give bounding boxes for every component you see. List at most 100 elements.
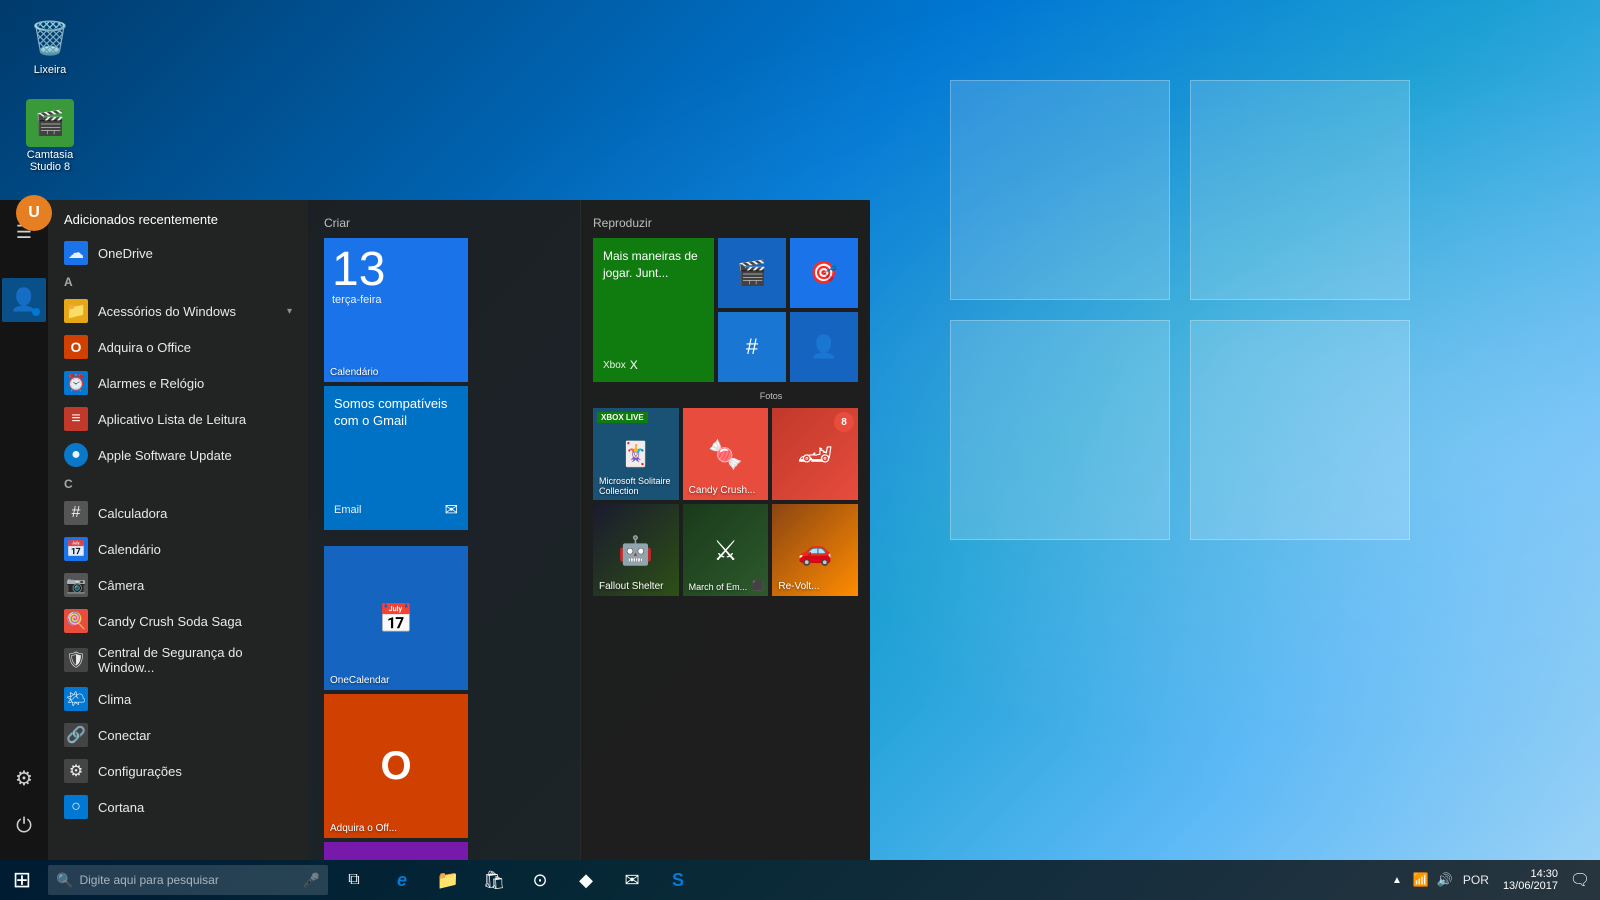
chrome-icon: ⊙ <box>532 870 547 891</box>
calculadora-label: Calculadora <box>98 506 167 521</box>
task-view-icon: ⧉ <box>348 871 359 889</box>
tile-xbox-big[interactable]: Mais maneiras de jogar. Junt... Xbox X <box>593 238 714 382</box>
sidebar-settings-button[interactable]: ⚙ <box>2 756 46 800</box>
section-a: A <box>48 271 308 293</box>
sidebar-power-button[interactable]: ⏻ <box>2 804 46 848</box>
start-menu: ☰ 👤 ⚙ ⏻ Adicionados recentemente ☁ <box>0 200 870 860</box>
explorer-taskbar-button[interactable]: 📁 <box>426 860 470 900</box>
xbox-labels-row: Fotos <box>593 386 858 404</box>
tile-video[interactable]: 🎬 <box>718 238 786 308</box>
xbox-footer: Xbox X <box>603 358 638 372</box>
app-item-calendario[interactable]: 📅 Calendário <box>48 531 308 567</box>
aplicativo-icon: ≡ <box>64 407 88 431</box>
app-item-aplicativo[interactable]: ≡ Aplicativo Lista de Leitura <box>48 401 308 437</box>
app-item-apple[interactable]: ● Apple Software Update <box>48 437 308 473</box>
fallout-icon: 🤖 <box>618 534 653 567</box>
power-icon: ⏻ <box>16 815 32 838</box>
user-avatar[interactable]: U <box>16 195 52 231</box>
tile-candy2[interactable]: 🍬 Candy Crush... <box>683 408 769 500</box>
revolt-icon: 🚗 <box>798 534 833 567</box>
tile-record[interactable]: 🎯 <box>790 238 858 308</box>
store-taskbar-button[interactable]: 🛍 <box>472 860 516 900</box>
app-item-calculadora[interactable]: # Calculadora <box>48 495 308 531</box>
alarmes-icon: ⏰ <box>64 371 88 395</box>
app-item-acessorios[interactable]: 📁 Acessórios do Windows ▾ <box>48 293 308 329</box>
store-icon: 🛍 <box>483 870 506 891</box>
acessorios-arrow: ▾ <box>287 306 292 317</box>
chevron-up-button[interactable]: ▲ <box>1387 870 1407 890</box>
email-taskbar-icon: ✉ <box>624 870 639 891</box>
onecal-icon: 📅 <box>379 602 414 635</box>
desktop-icon-lixeira[interactable]: 🗑️ Lixeira <box>10 10 90 80</box>
start-tiles-panel: Criar 13 terça-feira Calendário Somos co… <box>308 200 580 860</box>
desktop-icon-camtasia[interactable]: 🎬 Camtasia Studio 8 <box>10 95 90 177</box>
search-icon: 🔍 <box>56 872 73 889</box>
search-input[interactable] <box>79 873 299 887</box>
tile-calc[interactable]: # <box>718 312 786 382</box>
solitaire-label: Microsoft Solitaire Collection <box>599 476 679 496</box>
unity-taskbar-button[interactable]: ◆ <box>564 860 608 900</box>
tile-webcam[interactable]: 👤 <box>790 312 858 382</box>
taskbar-clock[interactable]: 14:30 13/06/2017 <box>1497 868 1564 892</box>
app-item-central[interactable]: 🛡 Central de Segurança do Window... <box>48 639 308 681</box>
taskbar: ⊞ 🔍 🎤 ⧉ e 📁 🛍 ⊙ ◆ <box>0 860 1600 900</box>
reproduzir-section-title: Reproduzir <box>593 216 858 230</box>
skype-taskbar-button[interactable]: S <box>656 860 700 900</box>
app-item-clima[interactable]: 🌤 Clima <box>48 681 308 717</box>
email-taskbar-button[interactable]: ✉ <box>610 860 654 900</box>
language-label: POR <box>1463 873 1489 887</box>
candy2-icon: 🍬 <box>708 438 743 471</box>
webcam-icon: 👤 <box>810 334 837 360</box>
onecal-label: OneCalendar <box>330 675 389 686</box>
configuracoes-label: Configurações <box>98 764 182 779</box>
mic-icon: 🎤 <box>303 872 320 889</box>
task-view-button[interactable]: ⧉ <box>332 860 376 900</box>
clima-icon: 🌤 <box>64 687 88 711</box>
tile-racing[interactable]: 🏎 8 <box>772 408 858 500</box>
app-list: ☁ OneDrive A 📁 Acessórios do Windows ▾ O… <box>48 235 308 860</box>
sidebar-user-button[interactable]: 👤 <box>2 278 46 322</box>
small-tiles-row: 📅 OneCalendar O Adquira o Off... N OneNo… <box>324 546 564 860</box>
tile-onenote[interactable]: N OneNote <box>324 842 468 860</box>
racing-icon: 🏎 <box>797 438 833 471</box>
lixeira-icon: 🗑️ <box>26 14 74 62</box>
taskbar-search[interactable]: 🔍 🎤 <box>48 865 328 895</box>
clock-time: 14:30 <box>1530 868 1558 880</box>
clima-label: Clima <box>98 692 131 707</box>
windows-logo-desktop <box>950 80 1450 580</box>
xbox-text: Mais maneiras de jogar. Junt... <box>603 248 704 282</box>
taskbar-systray: ▲ 📶 🔊 POR 14:30 13/06/2017 🗨 <box>1387 860 1600 900</box>
app-item-office[interactable]: O Adquira o Office <box>48 329 308 365</box>
app-item-cortana[interactable]: ○ Cortana <box>48 789 308 825</box>
conectar-label: Conectar <box>98 728 151 743</box>
tile-revolt[interactable]: 🚗 Re-Volt... <box>772 504 858 596</box>
tile-fallout[interactable]: 🤖 Fallout Shelter <box>593 504 679 596</box>
edge-taskbar-button[interactable]: e <box>380 860 424 900</box>
tile-march[interactable]: ⚔ March of Em... ⬛ <box>683 504 769 596</box>
march-icon: ⚔ <box>713 534 738 567</box>
notification-button[interactable]: 🗨 <box>1568 860 1592 900</box>
app-item-conectar[interactable]: 🔗 Conectar <box>48 717 308 753</box>
app-item-onedrive[interactable]: ☁ OneDrive <box>48 235 308 271</box>
tile-calendario[interactable]: 13 terça-feira Calendário <box>324 238 468 382</box>
tile-solitaire[interactable]: XBOX LIVE 🃏 Microsoft Solitaire Collecti… <box>593 408 679 500</box>
chrome-taskbar-button[interactable]: ⊙ <box>518 860 562 900</box>
start-button[interactable]: ⊞ <box>0 860 44 900</box>
volume-icon[interactable]: 🔊 <box>1435 870 1455 890</box>
tile-email[interactable]: Somos compatíveis com o Gmail Email ✉ <box>324 386 468 530</box>
march-badge: ⬛ <box>752 580 764 592</box>
app-item-camera[interactable]: 📷 Câmera <box>48 567 308 603</box>
desktop: 🗑️ Lixeira 🎬 Camtasia Studio 8 U ☰ 👤 ⚙ ⏻ <box>0 0 1600 900</box>
app-item-configuracoes[interactable]: ⚙ Configurações <box>48 753 308 789</box>
app-item-alarmes[interactable]: ⏰ Alarmes e Relógio <box>48 365 308 401</box>
reproduzir-panel: Reproduzir Mais maneiras de jogar. Junt.… <box>580 200 870 860</box>
tile-office[interactable]: O Adquira o Off... <box>324 694 468 838</box>
tile-onecalendar[interactable]: 📅 OneCalendar <box>324 546 468 690</box>
app-item-candy[interactable]: 🍭 Candy Crush Soda Saga <box>48 603 308 639</box>
cortana-icon: ○ <box>64 795 88 819</box>
language-indicator[interactable]: POR <box>1459 873 1493 887</box>
office-label: Adquira o Office <box>98 340 191 355</box>
wifi-icon[interactable]: 📶 <box>1411 870 1431 890</box>
skype-taskbar-icon: S <box>672 870 684 891</box>
start-apps-panel: Adicionados recentemente ☁ OneDrive A 📁 … <box>48 200 308 860</box>
